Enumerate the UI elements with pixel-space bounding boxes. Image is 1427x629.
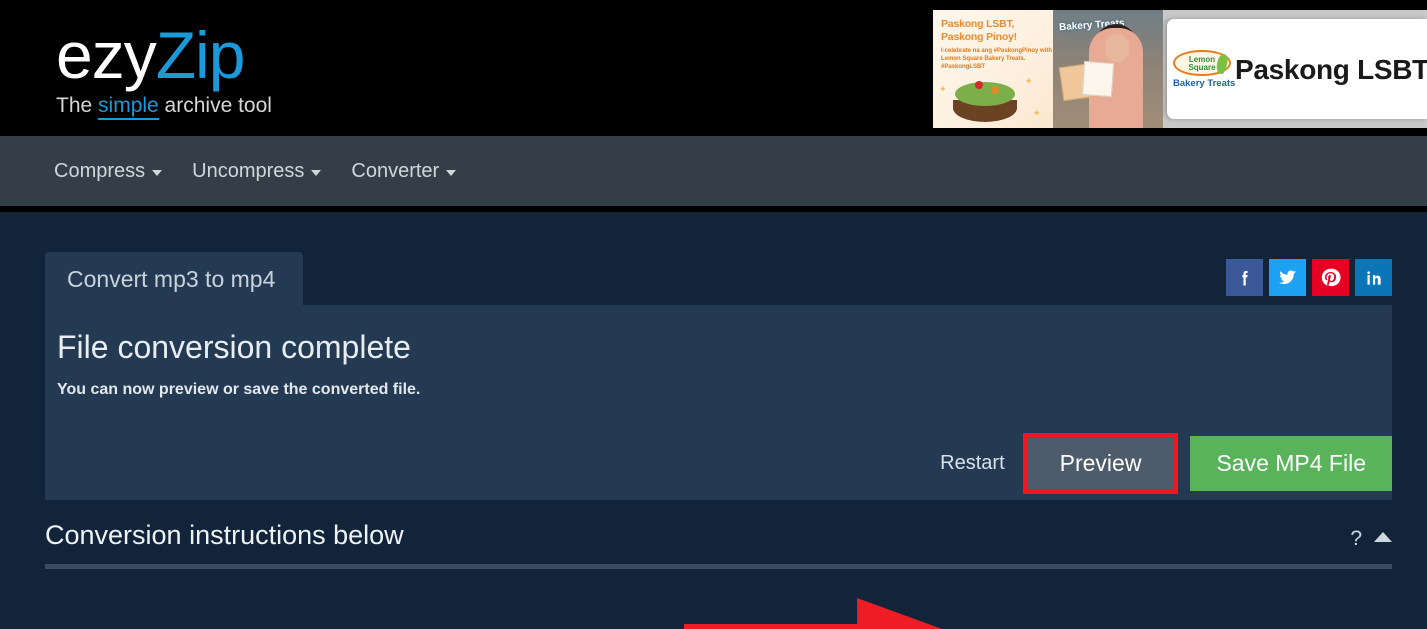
nav-item-compress[interactable]: Compress bbox=[54, 159, 163, 183]
restart-link[interactable]: Restart bbox=[940, 452, 1004, 475]
chevron-down-icon bbox=[311, 170, 322, 176]
sparkle-icon: ✦ bbox=[939, 84, 947, 94]
ad-logo-bottom-text: Bakery Treats bbox=[1173, 77, 1236, 89]
instructions-title: Conversion instructions below bbox=[45, 520, 404, 550]
cake-illustration bbox=[953, 76, 1017, 122]
nav-item-uncompress[interactable]: Uncompress bbox=[192, 159, 322, 183]
conversion-card-body: File conversion complete You can now pre… bbox=[45, 305, 1392, 500]
linkedin-icon[interactable] bbox=[1355, 259, 1392, 296]
page-content: Convert mp3 to mp4 File conversion compl… bbox=[0, 212, 1427, 629]
help-icon[interactable]: ? bbox=[1350, 527, 1362, 551]
instructions-section: Conversion instructions below ? bbox=[45, 520, 1392, 569]
tagline-after: archive tool bbox=[158, 94, 272, 117]
ad-body-text: I-celebrate na ang #PaskongPinoy with Le… bbox=[941, 48, 1053, 70]
logo-text-ezy: ezy bbox=[56, 18, 157, 92]
sparkle-icon: ✦ bbox=[1033, 108, 1041, 118]
preview-button-highlight: Preview bbox=[1022, 433, 1179, 494]
chevron-down-icon bbox=[446, 170, 457, 176]
section-divider bbox=[45, 564, 1392, 569]
ad-creative-panel: Paskong LSBT, Paskong Pinoy! I-celebrate… bbox=[933, 10, 1053, 128]
logo-tagline: The simple archive tool bbox=[56, 94, 272, 120]
main-navigation: Compress Uncompress Converter bbox=[0, 136, 1427, 206]
nav-item-converter[interactable]: Converter bbox=[351, 159, 457, 183]
card-tabbar: Convert mp3 to mp4 bbox=[45, 252, 1392, 305]
instructions-toggle[interactable]: ? bbox=[1350, 527, 1392, 551]
twitter-icon[interactable] bbox=[1269, 259, 1306, 296]
chevron-up-icon[interactable] bbox=[1374, 532, 1392, 542]
card-actions: Restart Preview Save MP4 File bbox=[940, 433, 1392, 494]
facebook-icon[interactable] bbox=[1226, 259, 1263, 296]
ad-photo: Bakery Treats bbox=[1053, 10, 1163, 128]
tagline-highlight: simple bbox=[98, 94, 159, 120]
ad-headline-line2: Paskong Pinoy! bbox=[941, 31, 1017, 43]
conversion-card: Convert mp3 to mp4 File conversion compl… bbox=[45, 252, 1392, 500]
logo-wordmark: ezyZip bbox=[56, 18, 272, 92]
tagline-before: The bbox=[56, 94, 99, 117]
red-arrow-annotation bbox=[684, 598, 943, 629]
sparkle-icon: ✦ bbox=[1025, 76, 1033, 86]
ad-headline: Paskong LSBT, Paskong Pinoy! bbox=[941, 18, 1017, 44]
ad-brand-logo: Lemon Square Bakery Treats bbox=[1167, 49, 1236, 89]
nav-item-uncompress-label: Uncompress bbox=[192, 159, 305, 182]
nav-item-compress-label: Compress bbox=[54, 159, 146, 182]
nav-item-converter-label: Converter bbox=[351, 159, 440, 182]
advertisement-banner[interactable]: Paskong LSBT, Paskong Pinoy! I-celebrate… bbox=[933, 10, 1427, 128]
ad-cta-card[interactable]: Lemon Square Bakery Treats Paskong LSBT,… bbox=[1167, 19, 1427, 119]
chevron-down-icon bbox=[152, 170, 163, 176]
ad-headline-line1: Paskong LSBT, bbox=[941, 18, 1015, 30]
tab-convert-mp3-to-mp4[interactable]: Convert mp3 to mp4 bbox=[45, 252, 304, 305]
pinterest-icon[interactable] bbox=[1312, 259, 1349, 296]
site-header: ezyZip The simple archive tool Paskong L… bbox=[0, 0, 1427, 136]
preview-button[interactable]: Preview bbox=[1026, 437, 1175, 490]
page-subtitle: You can now preview or save the converte… bbox=[57, 381, 421, 398]
logo-text-zip: Zip bbox=[155, 18, 246, 92]
page-title: File conversion complete bbox=[57, 329, 411, 365]
site-logo[interactable]: ezyZip The simple archive tool bbox=[56, 18, 272, 120]
save-mp4-file-button[interactable]: Save MP4 File bbox=[1190, 436, 1392, 491]
ad-card-title: Paskong LSBT, Paskong Pinoy bbox=[1235, 53, 1427, 85]
social-share-bar bbox=[1226, 259, 1392, 305]
